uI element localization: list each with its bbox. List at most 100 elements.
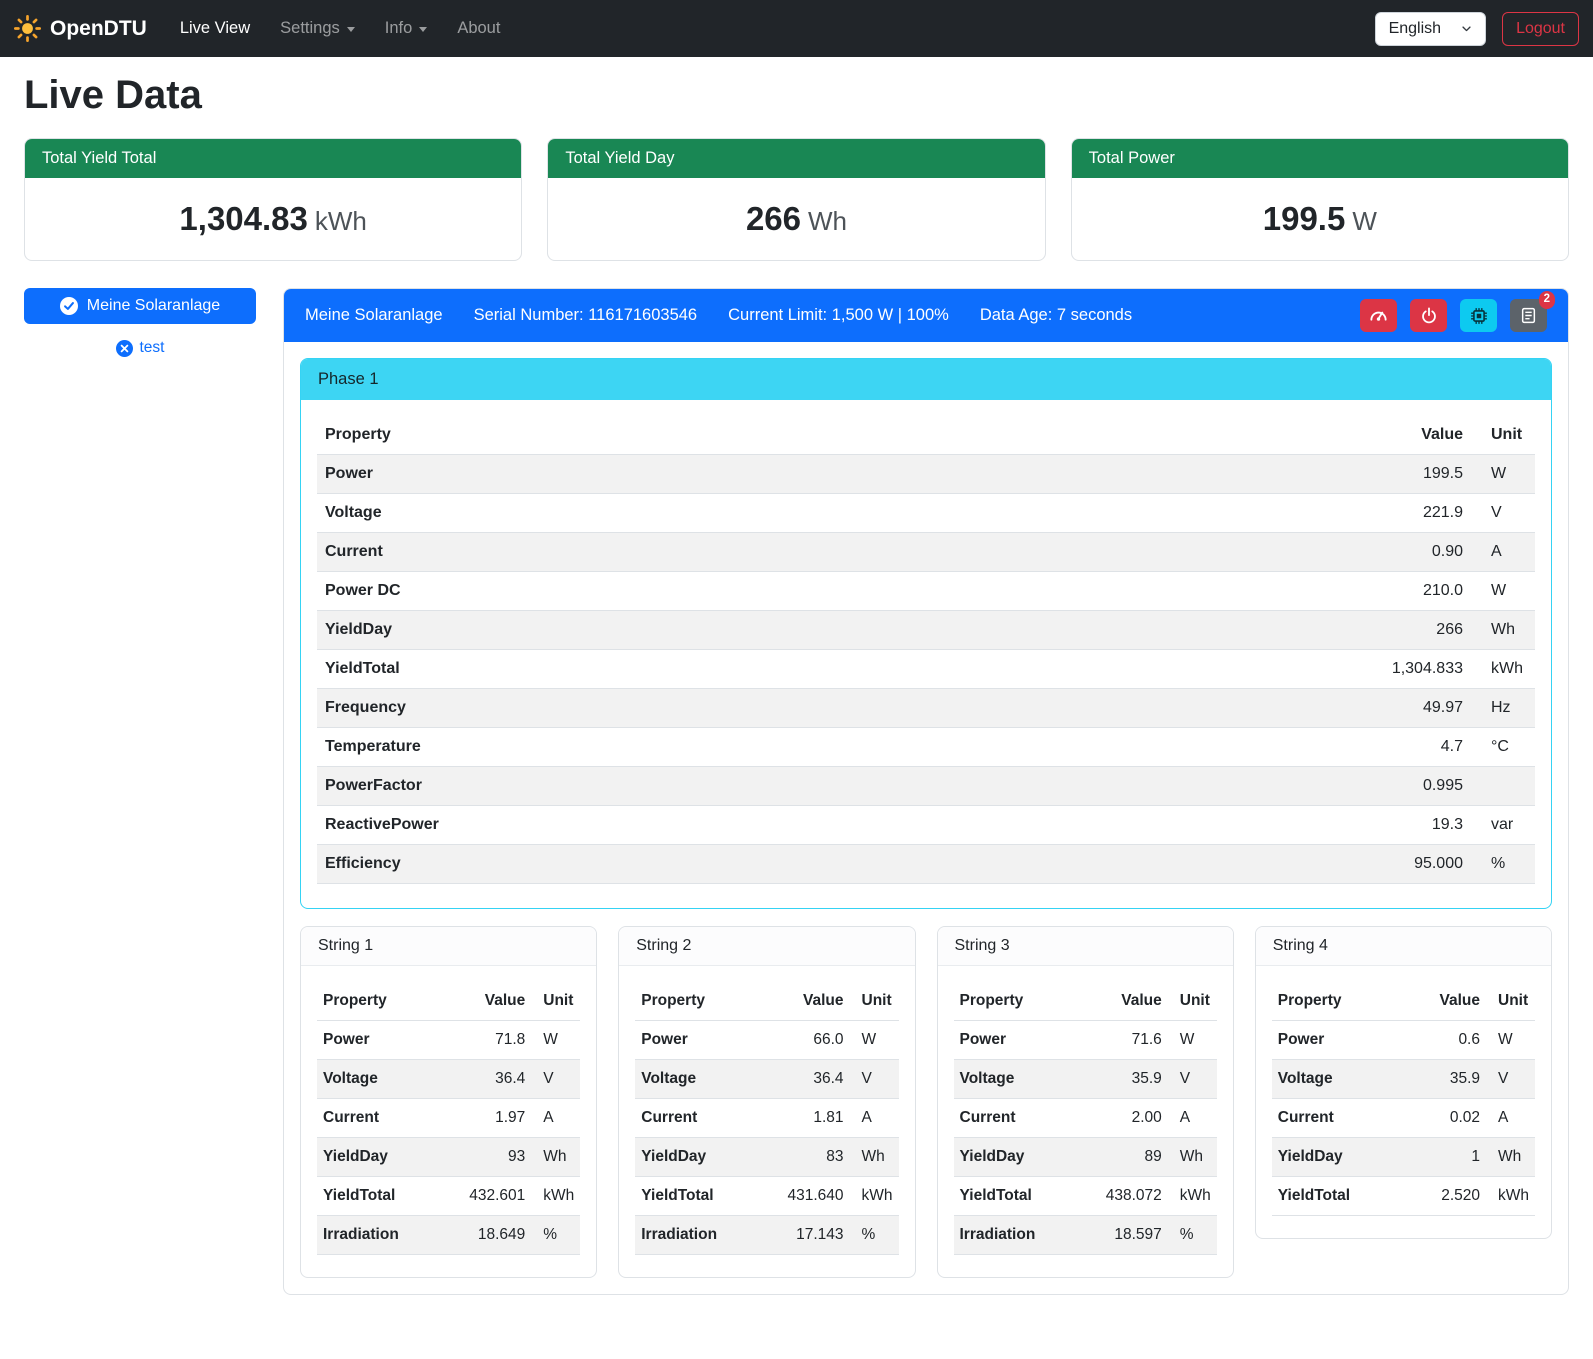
data-age: Data Age: 7 seconds <box>980 306 1132 325</box>
chevron-down-icon <box>1461 23 1472 34</box>
value-cell: 49.97 <box>1007 689 1471 728</box>
summary-card-total-yield-total: Total Yield Total 1,304.83kWh <box>24 138 522 261</box>
string-table-head: Property Value Unit <box>635 982 898 1021</box>
table-row: Efficiency 95.000 % <box>317 845 1535 884</box>
string-card-body: Property Value Unit Power <box>1256 966 1551 1238</box>
summary-cards-row: Total Yield Total 1,304.83kWh Total Yiel… <box>24 138 1569 261</box>
unit-cell: kWh <box>531 1177 580 1216</box>
property-cell: YieldTotal <box>317 1177 438 1216</box>
property-cell: Voltage <box>1272 1060 1404 1099</box>
property-cell: Current <box>1272 1099 1404 1138</box>
string-table-body: Power 71.6 W Voltage 35.9 V <box>954 1021 1217 1255</box>
table-row: Current 2.00 A <box>954 1099 1217 1138</box>
value-cell: 83 <box>756 1138 850 1177</box>
summary-card-total-yield-day: Total Yield Day 266Wh <box>547 138 1045 261</box>
unit-cell: Wh <box>1168 1138 1217 1177</box>
unit-cell <box>1471 767 1535 806</box>
top-navbar: OpenDTU Live View Settings Info About En… <box>0 0 1593 57</box>
unit-cell: kWh <box>850 1177 899 1216</box>
string-table-body: Power 66.0 W Voltage 36.4 V <box>635 1021 898 1255</box>
property-cell: Efficiency <box>317 845 1007 884</box>
table-row: Irradiation 18.597 % <box>954 1216 1217 1255</box>
table-row: YieldTotal 431.640 kWh <box>635 1177 898 1216</box>
unit-cell: % <box>531 1216 580 1255</box>
property-cell: Voltage <box>317 494 1007 533</box>
property-cell: YieldTotal <box>954 1177 1075 1216</box>
chevron-down-icon <box>347 27 355 32</box>
table-row: Irradiation 17.143 % <box>635 1216 898 1255</box>
table-row: PowerFactor 0.995 <box>317 767 1535 806</box>
column-value: Value <box>1074 982 1168 1021</box>
value-cell: 71.6 <box>1074 1021 1168 1060</box>
table-row: YieldTotal 2.520 kWh <box>1272 1177 1535 1216</box>
nav-item-label: Settings <box>280 19 340 38</box>
gauge-icon <box>1369 306 1388 325</box>
table-row: Voltage 221.9 V <box>317 494 1535 533</box>
property-cell: Current <box>317 533 1007 572</box>
nav-item-settings[interactable]: Settings <box>265 11 370 46</box>
string-card-3: String 3 Property Value Unit <box>937 926 1234 1278</box>
string-table: Property Value Unit Power <box>1272 982 1535 1216</box>
unit-cell: W <box>1168 1021 1217 1060</box>
nav-item-label: Live View <box>180 19 250 38</box>
event-log-button[interactable]: 2 <box>1510 299 1547 332</box>
value-cell: 2.520 <box>1404 1177 1486 1216</box>
unit-cell: W <box>1486 1021 1535 1060</box>
unit-cell: Wh <box>1486 1138 1535 1177</box>
table-row: ReactivePower 19.3 var <box>317 806 1535 845</box>
logout-button[interactable]: Logout <box>1502 12 1579 46</box>
table-row: Current 1.81 A <box>635 1099 898 1138</box>
table-row: Current 0.90 A <box>317 533 1535 572</box>
table-header-row: Property Value Unit <box>317 416 1535 455</box>
value-cell: 432.601 <box>438 1177 532 1216</box>
event-count-badge: 2 <box>1539 291 1555 309</box>
property-cell: YieldDay <box>635 1138 756 1177</box>
property-cell: YieldTotal <box>1272 1177 1404 1216</box>
string-table-head: Property Value Unit <box>1272 982 1535 1021</box>
nav-item-about[interactable]: About <box>442 11 515 46</box>
nav-item-live-view[interactable]: Live View <box>165 11 265 46</box>
summary-card-total-power: Total Power 199.5W <box>1071 138 1569 261</box>
value-cell: 36.4 <box>756 1060 850 1099</box>
inverter-sub-item-test[interactable]: test <box>24 339 256 357</box>
column-value: Value <box>1404 982 1486 1021</box>
unit-cell: °C <box>1471 728 1535 767</box>
strings-row: String 1 Property Value Unit <box>300 926 1552 1278</box>
string-card-body: Property Value Unit Power <box>619 966 914 1277</box>
value-cell: 18.649 <box>438 1216 532 1255</box>
property-cell: YieldDay <box>317 611 1007 650</box>
property-cell: YieldTotal <box>317 650 1007 689</box>
property-cell: YieldDay <box>954 1138 1075 1177</box>
column-value: Value <box>756 982 850 1021</box>
table-row: Temperature 4.7 °C <box>317 728 1535 767</box>
device-info-button[interactable] <box>1460 299 1497 332</box>
power-icon <box>1420 307 1438 325</box>
inverter-sidebar: Meine Solaranlage test <box>24 288 256 357</box>
nav-item-info[interactable]: Info <box>370 11 443 46</box>
table-row: Frequency 49.97 Hz <box>317 689 1535 728</box>
table-row: YieldDay 1 Wh <box>1272 1138 1535 1177</box>
property-cell: Frequency <box>317 689 1007 728</box>
unit-cell: A <box>850 1099 899 1138</box>
table-row: YieldDay 266 Wh <box>317 611 1535 650</box>
property-cell: Power <box>954 1021 1075 1060</box>
table-header-row: Property Value Unit <box>954 982 1217 1021</box>
property-cell: Power <box>317 455 1007 494</box>
unit-cell: A <box>1168 1099 1217 1138</box>
table-row: Power 199.5 W <box>317 455 1535 494</box>
unit-cell: Hz <box>1471 689 1535 728</box>
inverter-select-button[interactable]: Meine Solaranlage <box>24 288 256 324</box>
language-value: English <box>1389 20 1441 38</box>
language-select[interactable]: English <box>1375 12 1486 46</box>
column-value: Value <box>438 982 532 1021</box>
table-row: YieldTotal 432.601 kWh <box>317 1177 580 1216</box>
power-settings-button[interactable] <box>1410 299 1447 332</box>
unit-cell: W <box>1471 455 1535 494</box>
limit-settings-button[interactable] <box>1360 299 1397 332</box>
summary-card-body: 266Wh <box>548 178 1044 260</box>
brand[interactable]: OpenDTU <box>14 15 147 42</box>
string-card-title: String 1 <box>301 927 596 966</box>
string-card-1: String 1 Property Value Unit <box>300 926 597 1278</box>
journal-icon <box>1520 307 1537 324</box>
unit-cell: W <box>850 1021 899 1060</box>
